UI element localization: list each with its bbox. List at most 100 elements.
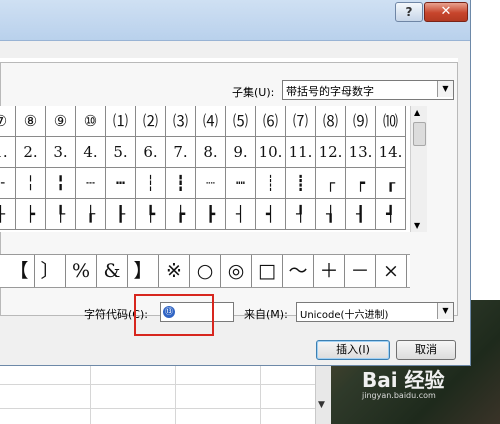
insert-button[interactable]: 插入(I)	[316, 340, 390, 360]
from-label: 来自(M):	[244, 308, 288, 321]
symbol-cell[interactable]: 14.	[376, 137, 406, 168]
symbol-cell[interactable]: 13.	[346, 137, 376, 168]
sheet-gridline	[90, 360, 91, 424]
subset-value: 带括号的字母数字	[286, 85, 374, 98]
symbol-cell[interactable]: ┦	[286, 199, 316, 230]
symbol-cell[interactable]: ⑴	[106, 106, 136, 137]
symbol-cell[interactable]: ⑸	[226, 106, 256, 137]
symbol-grid-scrollbar[interactable]: ▲ ▼	[410, 106, 427, 232]
symbol-cell[interactable]: 11.	[286, 137, 316, 168]
symbol-cell[interactable]: ┋	[286, 168, 316, 199]
symbol-cell[interactable]: ┠	[106, 199, 136, 230]
symbol-cell[interactable]: ⑩	[76, 106, 106, 137]
symbol-cell[interactable]: ┍	[346, 168, 376, 199]
symbol-cell[interactable]: ⑵	[136, 106, 166, 137]
symbol-cell[interactable]: ┩	[376, 199, 406, 230]
watermark-url: jingyan.baidu.com	[362, 391, 436, 400]
sheet-gridline	[0, 408, 330, 409]
help-button[interactable]: ?	[395, 2, 423, 22]
symbol-cell[interactable]: ┅	[106, 168, 136, 199]
recent-symbol[interactable]: 【	[4, 255, 35, 287]
symbol-cell[interactable]: 5.	[106, 137, 136, 168]
symbol-cell[interactable]: 2.	[16, 137, 46, 168]
recent-symbol[interactable]: ×	[376, 255, 407, 287]
symbol-cell[interactable]: ┡	[136, 199, 166, 230]
symbol-cell[interactable]: ⑻	[316, 106, 346, 137]
symbol-cell[interactable]: 7.	[166, 137, 196, 168]
symbol-cell[interactable]: ┇	[166, 168, 196, 199]
from-select[interactable]: Unicode(十六进制) ▼	[296, 302, 454, 322]
symbol-cell[interactable]: 8.	[196, 137, 226, 168]
symbol-cell[interactable]: ╎	[16, 168, 46, 199]
symbol-cell[interactable]: ├	[0, 199, 16, 230]
arrow-up-icon[interactable]: ▲	[414, 108, 420, 117]
scroll-thumb[interactable]	[413, 122, 426, 146]
chevron-down-icon[interactable]: ▼	[437, 303, 453, 319]
recent-symbols: 【〕% &】 ※ ○ ◎ □ ～＋－ ×	[0, 254, 410, 288]
sheet-gridline	[0, 384, 330, 385]
symbol-cell[interactable]: 6.	[136, 137, 166, 168]
cancel-button[interactable]: 取消	[396, 340, 456, 360]
symbol-cell[interactable]: ╌	[0, 168, 16, 199]
symbol-cell[interactable]: 3.	[46, 137, 76, 168]
recent-symbol[interactable]: %	[66, 255, 97, 287]
symbol-cell[interactable]: 1.	[0, 137, 16, 168]
highlight-box	[134, 294, 214, 336]
symbol-cell[interactable]: ⑧	[16, 106, 46, 137]
symbol-cell[interactable]: ┢	[166, 199, 196, 230]
symbol-cell[interactable]: ⑹	[256, 106, 286, 137]
symbol-cell[interactable]: ⑦	[0, 106, 16, 137]
symbol-cell[interactable]: 10.	[256, 137, 286, 168]
symbol-cell[interactable]: ┞	[46, 199, 76, 230]
recent-symbol[interactable]: 〕	[35, 255, 66, 287]
recent-symbol[interactable]: ※	[159, 255, 190, 287]
recent-symbol[interactable]: ◎	[221, 255, 252, 287]
from-value: Unicode(十六进制)	[300, 310, 389, 321]
recent-symbol[interactable]: ○	[190, 255, 221, 287]
recent-symbol[interactable]: ＋	[314, 255, 345, 287]
symbol-cell[interactable]: ┣	[196, 199, 226, 230]
arrow-down-icon[interactable]: ▼	[318, 400, 325, 410]
symbol-cell[interactable]: ┊	[256, 168, 286, 199]
symbol-grid: ⑦⑧⑨⑩⑴⑵⑶⑷⑸⑹⑺⑻⑼⑽ 1.2.3.4.5.6.7.8.9.10.11.12…	[0, 106, 410, 232]
symbol-dialog: ? ✕ 子集(U): 带括号的字母数字 ▼ ⑦⑧⑨⑩⑴⑵⑶⑷⑸⑹⑺⑻⑼⑽ 1.2.…	[0, 0, 471, 366]
symbol-cell[interactable]: ┌	[316, 168, 346, 199]
symbol-cell[interactable]: ┥	[256, 199, 286, 230]
recent-symbol[interactable]: 】	[128, 255, 159, 287]
subset-label: 子集(U):	[232, 86, 275, 99]
baidu-watermark: Bai 经验 jingyan.baidu.com	[362, 364, 498, 400]
symbol-cell[interactable]: ⑶	[166, 106, 196, 137]
symbol-cell[interactable]: ⑽	[376, 106, 406, 137]
symbol-cell[interactable]: 12.	[316, 137, 346, 168]
recent-symbol[interactable]: －	[345, 255, 376, 287]
arrow-down-icon[interactable]: ▼	[414, 221, 420, 230]
symbol-cell[interactable]: 9.	[226, 137, 256, 168]
symbol-cell[interactable]: ┤	[226, 199, 256, 230]
recent-symbol[interactable]: □	[252, 255, 283, 287]
dialog-titlebar: ? ✕	[0, 0, 470, 41]
sheet-gridline	[175, 360, 176, 424]
symbol-cell[interactable]: ╏	[46, 168, 76, 199]
symbol-cell[interactable]: ┆	[136, 168, 166, 199]
symbol-cell[interactable]: ┉	[226, 168, 256, 199]
chevron-down-icon[interactable]: ▼	[437, 81, 453, 97]
symbol-cell[interactable]: ┝	[16, 199, 46, 230]
recent-symbol[interactable]: &	[97, 255, 128, 287]
symbol-cell[interactable]: ⑼	[346, 106, 376, 137]
sheet-gridline	[260, 360, 261, 424]
symbol-cell[interactable]: ⑨	[46, 106, 76, 137]
symbol-cell[interactable]: ┈	[196, 168, 226, 199]
symbol-cell[interactable]: ┄	[76, 168, 106, 199]
symbol-cell[interactable]: ⑺	[286, 106, 316, 137]
subset-select[interactable]: 带括号的字母数字 ▼	[282, 80, 454, 100]
close-button[interactable]: ✕	[424, 2, 468, 22]
symbol-cell[interactable]: ┟	[76, 199, 106, 230]
symbol-cell[interactable]: ┨	[346, 199, 376, 230]
recent-symbol[interactable]: ～	[283, 255, 314, 287]
spreadsheet-area	[0, 360, 330, 424]
symbol-cell[interactable]: ⑷	[196, 106, 226, 137]
symbol-cell[interactable]: 4.	[76, 137, 106, 168]
sheet-scrollbar[interactable]: ▼	[315, 360, 331, 424]
symbol-cell[interactable]: ┧	[316, 199, 346, 230]
symbol-cell[interactable]: ┎	[376, 168, 406, 199]
